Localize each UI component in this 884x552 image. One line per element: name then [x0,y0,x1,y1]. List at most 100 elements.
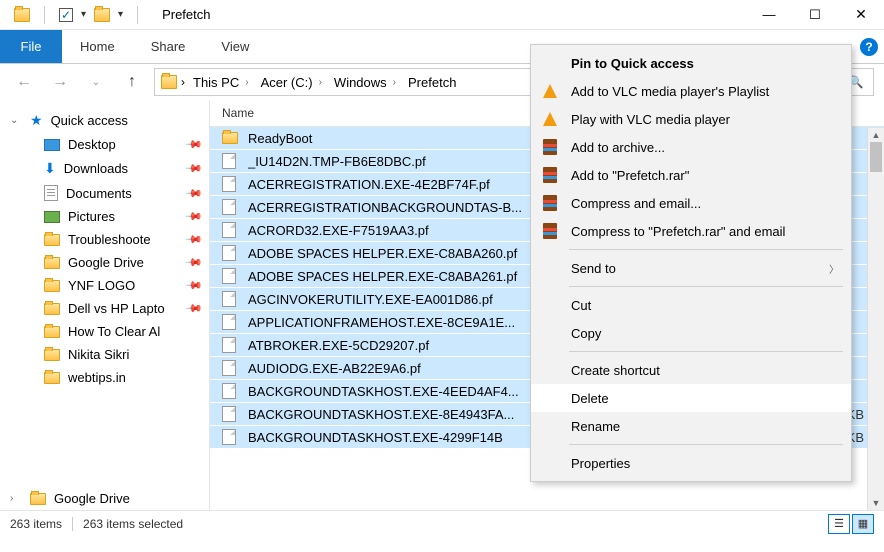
sidebar-google-drive[interactable]: ›Google Drive [0,487,209,510]
sidebar: ⌄ ★ Quick access Desktop📌 ⬇Downloads📌 Do… [0,100,210,510]
sidebar-item-downloads[interactable]: ⬇Downloads📌 [0,156,209,181]
sidebar-item-desktop[interactable]: Desktop📌 [0,133,209,156]
status-item-count: 263 items [10,517,62,531]
sidebar-item[interactable]: Dell vs HP Lapto📌 [0,297,209,320]
file-icon [222,199,236,215]
ctx-vlc-play[interactable]: Play with VLC media player [531,105,851,133]
sidebar-item[interactable]: Troubleshoote📌 [0,228,209,251]
view-details-button[interactable]: ☰ [828,514,850,534]
file-icon [222,245,236,261]
ctx-delete[interactable]: Delete [531,384,851,412]
ctx-create-shortcut[interactable]: Create shortcut [531,356,851,384]
title-bar: ✓ ▾ ▾ Prefetch — ☐ ✕ [0,0,884,30]
status-selected-count: 263 items selected [83,517,183,531]
folder-icon [44,372,60,384]
document-icon [44,185,58,201]
qat-dropdown-icon[interactable]: ▾ [81,9,86,20]
pin-icon: 📌 [185,299,204,318]
folder-icon [222,132,238,144]
chevron-down-icon[interactable]: ⌄ [10,115,22,126]
qat-dropdown-icon[interactable]: ▾ [118,9,123,20]
folder-icon [44,326,60,338]
ctx-send-to[interactable]: Send to〉 [531,254,851,282]
breadcrumb-item[interactable]: Prefetch [404,73,460,92]
tab-home[interactable]: Home [62,30,133,63]
forward-button: → [46,68,74,96]
pin-icon: 📌 [185,207,204,226]
file-icon [222,176,236,192]
breadcrumb-item[interactable]: Windows› [330,73,400,92]
pin-icon: 📌 [185,253,204,272]
pin-icon: 📌 [185,276,204,295]
help-button[interactable]: ? [854,30,884,63]
breadcrumb-item[interactable]: This PC› [189,73,253,92]
scroll-up-icon[interactable]: ▲ [868,128,884,142]
folder-icon [44,257,60,269]
folder-icon [94,8,110,22]
folder-icon [161,75,177,89]
ctx-add-archive[interactable]: Add to archive... [531,133,851,161]
scrollbar[interactable]: ▲ ▼ [867,128,884,510]
file-icon [222,291,236,307]
folder-icon [44,349,60,361]
close-button[interactable]: ✕ [838,0,884,30]
minimize-button[interactable]: — [746,0,792,30]
file-icon [222,360,236,376]
download-icon: ⬇ [44,160,56,177]
breadcrumb-item[interactable]: Acer (C:)› [257,73,326,92]
pin-icon: 📌 [185,184,204,203]
file-icon [222,153,236,169]
sidebar-item[interactable]: How To Clear Al [0,320,209,343]
pin-icon: 📌 [185,159,204,178]
qat-properties-icon[interactable]: ✓ [59,8,73,22]
ctx-compress-email[interactable]: Compress and email... [531,189,851,217]
archive-icon [543,223,557,239]
view-icons-button[interactable]: ▦ [852,514,874,534]
tab-share[interactable]: Share [133,30,204,63]
recent-dropdown-icon[interactable]: ⌄ [82,68,110,96]
sidebar-item-pictures[interactable]: Pictures📌 [0,205,209,228]
archive-icon [543,195,557,211]
status-bar: 263 items 263 items selected ☰ ▦ [0,510,884,536]
scrollbar-thumb[interactable] [870,142,882,172]
vlc-icon [543,84,557,98]
chevron-right-icon[interactable]: › [10,493,22,504]
sidebar-quick-access[interactable]: ⌄ ★ Quick access [0,108,209,133]
file-icon [222,429,236,445]
ctx-properties[interactable]: Properties [531,449,851,477]
file-icon [222,383,236,399]
scroll-down-icon[interactable]: ▼ [868,496,884,510]
desktop-icon [44,139,60,151]
sidebar-item-documents[interactable]: Documents📌 [0,181,209,205]
file-icon [222,406,236,422]
sidebar-item[interactable]: Nikita Sikri [0,343,209,366]
back-button[interactable]: ← [10,68,38,96]
folder-icon [30,493,46,505]
pin-icon: 📌 [185,135,204,154]
chevron-right-icon: 〉 [829,261,839,276]
sidebar-item[interactable]: webtips.in [0,366,209,389]
ctx-rename[interactable]: Rename [531,412,851,440]
file-tab[interactable]: File [0,30,62,63]
folder-icon [44,234,60,246]
sidebar-item[interactable]: Google Drive📌 [0,251,209,274]
folder-icon [14,8,30,22]
sidebar-item[interactable]: YNF LOGO📌 [0,274,209,297]
context-menu: Pin to Quick access Add to VLC media pla… [530,44,852,482]
window-title: Prefetch [162,7,210,22]
ctx-vlc-playlist[interactable]: Add to VLC media player's Playlist [531,77,851,105]
ctx-compress-rar-email[interactable]: Compress to "Prefetch.rar" and email [531,217,851,245]
pin-icon: 📌 [185,230,204,249]
up-button[interactable]: ↑ [118,68,146,96]
file-icon [222,314,236,330]
ctx-pin-quick-access[interactable]: Pin to Quick access [531,49,851,77]
pictures-icon [44,211,60,223]
file-icon [222,337,236,353]
tab-view[interactable]: View [203,30,267,63]
file-icon [222,222,236,238]
ctx-cut[interactable]: Cut [531,291,851,319]
ctx-add-rar[interactable]: Add to "Prefetch.rar" [531,161,851,189]
chevron-right-icon[interactable]: › [181,75,185,89]
maximize-button[interactable]: ☐ [792,0,838,30]
ctx-copy[interactable]: Copy [531,319,851,347]
